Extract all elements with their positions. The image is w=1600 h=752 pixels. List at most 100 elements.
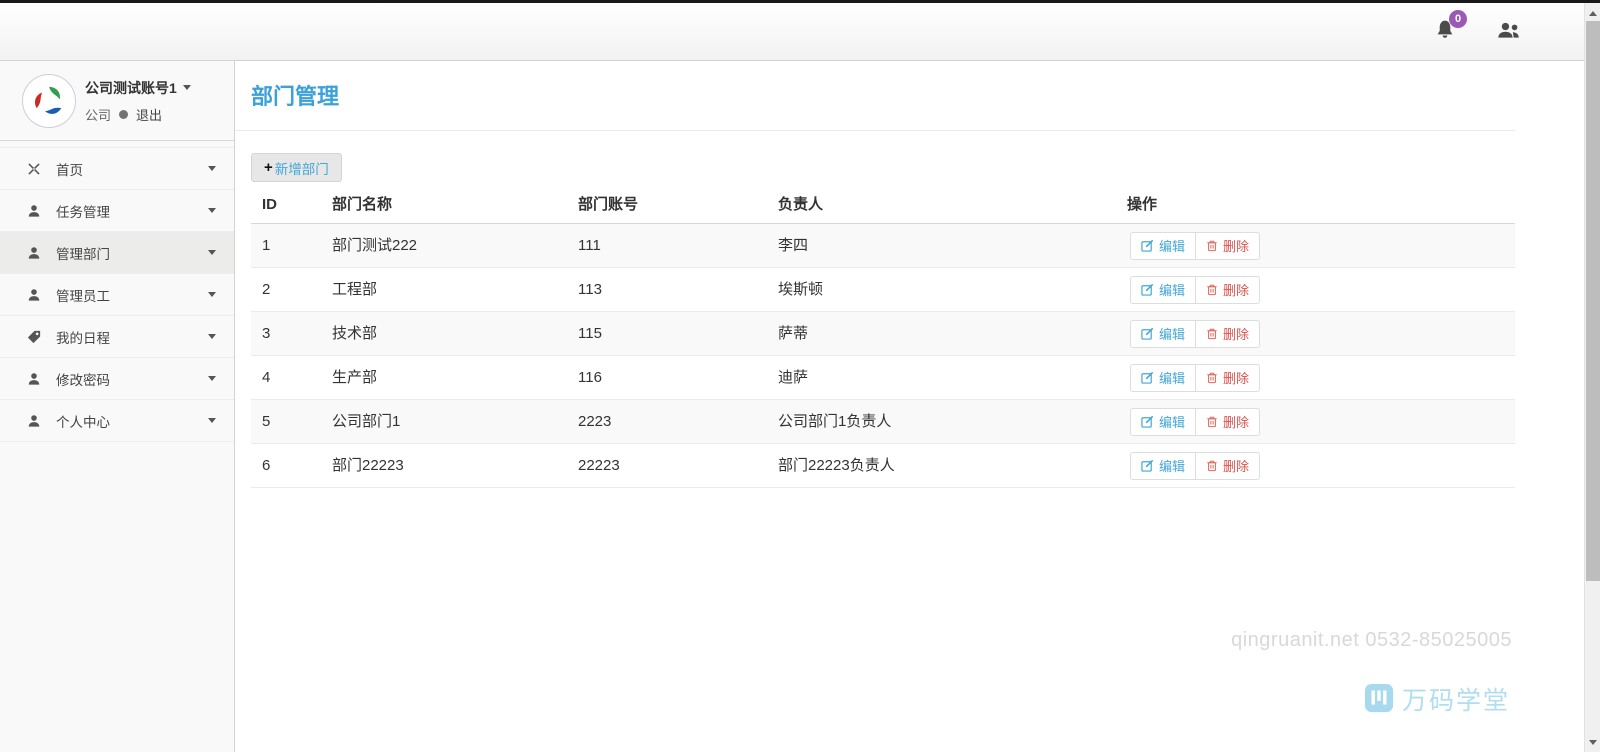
cell-actions: 编辑 删除: [1116, 444, 1515, 487]
cell-account: 111: [578, 237, 601, 254]
chevron-down-icon: [208, 334, 216, 339]
vertical-scrollbar[interactable]: [1584, 3, 1600, 752]
delete-button[interactable]: 删除: [1195, 231, 1261, 260]
notifications-button[interactable]: 0: [1432, 9, 1467, 45]
plus-icon: +: [264, 159, 273, 176]
account-name: 公司测试账号1: [85, 79, 177, 96]
tag-icon: [26, 329, 42, 345]
chevron-down-icon: [208, 250, 216, 255]
delete-button[interactable]: 删除: [1195, 363, 1261, 392]
page-title: 部门管理: [251, 84, 340, 109]
triangle-down-icon: [1589, 739, 1597, 745]
edit-button[interactable]: 编辑: [1130, 275, 1197, 304]
edit-button[interactable]: 编辑: [1130, 231, 1197, 260]
main-content: 部门管理 + 新增部门 ID 部门名称 部门账号 负责人 操作 1 部门测试22…: [235, 61, 1584, 752]
chevron-down-icon: [208, 208, 216, 213]
cell-id: 6: [262, 457, 271, 474]
delete-button[interactable]: 删除: [1195, 275, 1261, 304]
col-header-account: 部门账号: [567, 190, 767, 224]
table-row: 3 技术部 115 萨蒂 编辑 删除: [251, 312, 1515, 356]
user-icon: [26, 413, 42, 429]
cell-actions: 编辑 删除: [1116, 312, 1515, 355]
org-label: 公司: [85, 107, 112, 123]
watermark-brand: 万码学堂: [1364, 681, 1510, 717]
cell-account: 113: [578, 281, 602, 298]
cell-manager: 迪萨: [778, 369, 809, 386]
trash-icon: [1207, 372, 1217, 384]
sidebar-item-password[interactable]: 修改密码: [0, 358, 234, 400]
sidebar-item-schedule[interactable]: 我的日程: [0, 316, 234, 358]
cell-name: 部门22223: [332, 457, 404, 474]
edit-icon: [1141, 459, 1154, 472]
cell-account: 2223: [578, 413, 612, 430]
table-row: 5 公司部门1 2223 公司部门1负责人 编辑 删除: [251, 400, 1515, 444]
table-header: ID 部门名称 部门账号 负责人 操作: [251, 190, 1515, 224]
sidebar-item-profile[interactable]: 个人中心: [0, 400, 234, 442]
notification-badge: 0: [1449, 9, 1467, 28]
edit-button[interactable]: 编辑: [1130, 363, 1197, 392]
sidebar-item-home[interactable]: 首页: [0, 148, 234, 190]
app-window: 0 公司测试账号1 公司 退出 首页 任务管理 管理部门 管理员工 我的日程 修…: [0, 0, 1600, 752]
trash-icon: [1207, 284, 1217, 296]
chevron-down-icon: [208, 418, 216, 423]
sidebar-item-label: 修改密码: [56, 372, 110, 388]
brand-name: 万码学堂: [1401, 687, 1510, 715]
cell-manager: 萨蒂: [778, 325, 809, 342]
edit-icon: [1141, 327, 1154, 340]
account-dropdown[interactable]: 公司测试账号1: [85, 78, 191, 98]
col-header-actions: 操作: [1116, 190, 1515, 224]
edit-button[interactable]: 编辑: [1130, 407, 1197, 436]
cell-name: 公司部门1: [332, 413, 401, 430]
sidebar-item-label: 管理部门: [56, 246, 110, 262]
user-icon: [26, 203, 42, 219]
logout-link[interactable]: 退出: [136, 105, 162, 124]
add-department-button[interactable]: + 新增部门: [251, 153, 342, 182]
delete-button[interactable]: 删除: [1195, 451, 1261, 480]
trash-icon: [1207, 416, 1217, 428]
sidebar-item-tasks[interactable]: 任务管理: [0, 190, 234, 232]
user-icon: [26, 371, 42, 387]
users-menu-button[interactable]: [1496, 19, 1522, 45]
user-panel: 公司测试账号1 公司 退出: [0, 61, 234, 141]
row-actions: 编辑 删除: [1130, 363, 1261, 392]
edit-button[interactable]: 编辑: [1130, 319, 1197, 348]
col-header-manager: 负责人: [767, 190, 1116, 224]
wrench-icon: [26, 161, 42, 177]
table-row: 4 生产部 116 迪萨 编辑 删除: [251, 356, 1515, 400]
users-icon: [1496, 21, 1522, 43]
cell-account: 22223: [578, 457, 620, 474]
chevron-down-icon: [208, 376, 216, 381]
departments-table: ID 部门名称 部门账号 负责人 操作 1 部门测试222 111 李四 编辑 …: [251, 190, 1515, 488]
delete-button[interactable]: 删除: [1195, 407, 1261, 436]
cell-account: 115: [578, 325, 602, 342]
edit-button[interactable]: 编辑: [1130, 451, 1197, 480]
cell-actions: 编辑 删除: [1116, 268, 1515, 311]
cell-name: 工程部: [332, 281, 378, 298]
row-actions: 编辑 删除: [1130, 451, 1261, 480]
status-dot-icon: [119, 109, 129, 119]
swirl-logo-icon: [35, 86, 62, 114]
scroll-down-button[interactable]: [1585, 734, 1600, 750]
sidebar: 公司测试账号1 公司 退出 首页 任务管理 管理部门 管理员工 我的日程 修改密…: [0, 61, 235, 752]
row-actions: 编辑 删除: [1130, 231, 1261, 260]
cell-actions: 编辑 删除: [1116, 224, 1515, 267]
top-navbar: 0: [0, 3, 1584, 61]
cell-id: 1: [262, 237, 271, 254]
scroll-up-button[interactable]: [1585, 5, 1600, 21]
cell-actions: 编辑 删除: [1116, 356, 1515, 399]
user-icon: [26, 287, 42, 303]
cell-name: 部门测试222: [332, 237, 418, 254]
chevron-down-icon: [182, 85, 191, 90]
col-header-id: ID: [251, 190, 321, 224]
cell-manager: 部门22223负责人: [778, 457, 895, 474]
sidebar-item-label: 管理员工: [56, 288, 110, 304]
sidebar-item-departments[interactable]: 管理部门: [0, 232, 234, 274]
table-row: 6 部门22223 22223 部门22223负责人 编辑 删除: [251, 444, 1515, 488]
col-header-name: 部门名称: [321, 190, 567, 224]
edit-icon: [1141, 371, 1154, 384]
scrollbar-thumb[interactable]: [1586, 21, 1600, 581]
delete-button[interactable]: 删除: [1195, 319, 1261, 348]
trash-icon: [1207, 240, 1217, 252]
cell-id: 3: [262, 325, 271, 342]
sidebar-item-employees[interactable]: 管理员工: [0, 274, 234, 316]
